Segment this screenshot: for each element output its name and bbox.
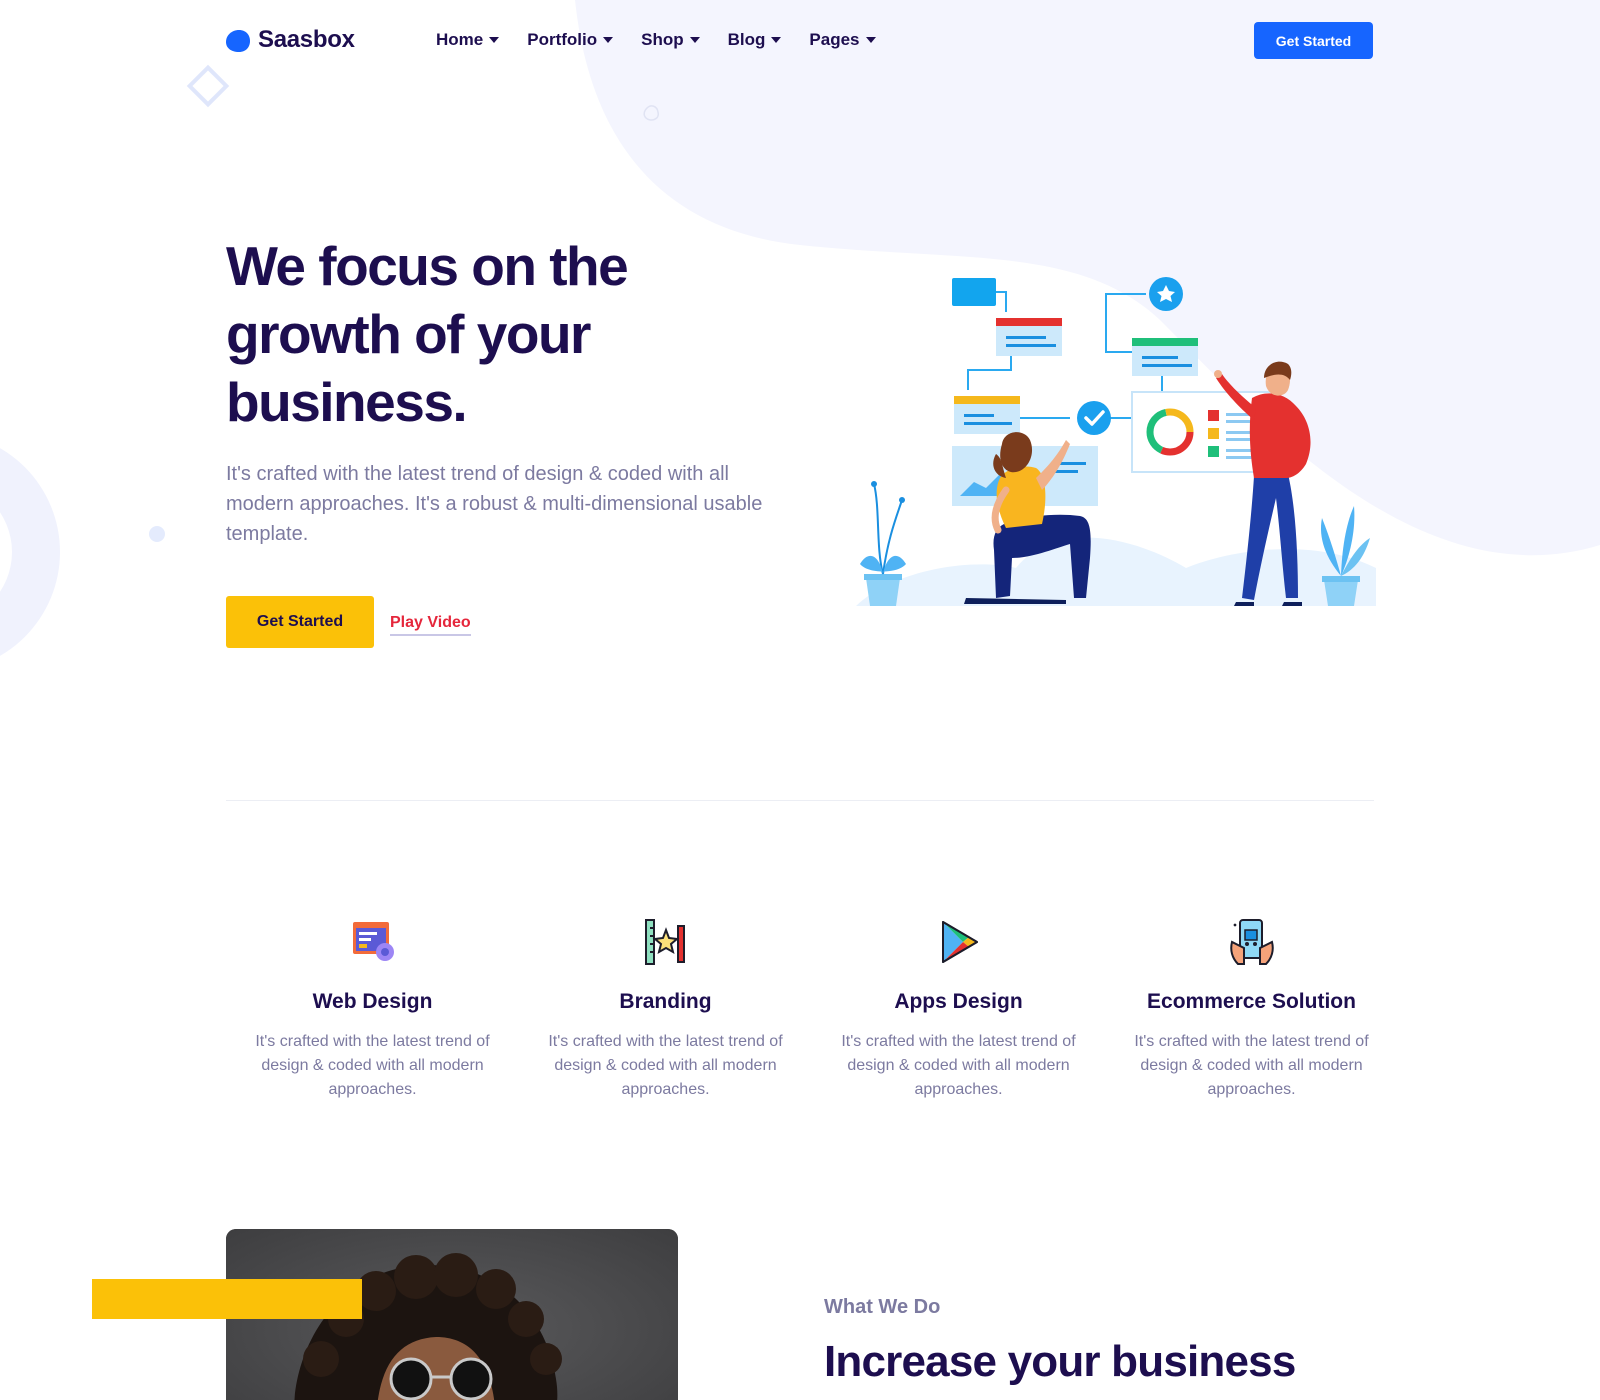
nav-item-label: Portfolio bbox=[527, 30, 598, 49]
nav-item-label: Home bbox=[436, 30, 484, 49]
nav-item-shop[interactable]: Shop bbox=[641, 30, 700, 50]
hero-title: We focus on the growth of your business. bbox=[226, 235, 629, 433]
nav-item-portfolio[interactable]: Portfolio bbox=[527, 30, 614, 50]
service-card-branding: Branding It's crafted with the latest tr… bbox=[519, 916, 812, 1102]
service-description: It's crafted with the latest trend of de… bbox=[548, 1033, 783, 1098]
section-eyebrow: What We Do bbox=[824, 1296, 941, 1318]
hero-get-started-button[interactable]: Get Started bbox=[226, 596, 374, 648]
service-description: It's crafted with the latest trend of de… bbox=[1134, 1033, 1369, 1098]
team-analytics-illustration bbox=[856, 277, 1376, 606]
service-title: Web Design bbox=[312, 990, 433, 1013]
decorative-yellow-bar bbox=[92, 1279, 362, 1319]
caret-down-icon bbox=[603, 37, 614, 43]
nav-item-pages[interactable]: Pages bbox=[809, 30, 876, 50]
service-title: Apps Design bbox=[894, 990, 1023, 1013]
caret-down-icon bbox=[771, 37, 782, 43]
service-description: It's crafted with the latest trend of de… bbox=[841, 1033, 1076, 1098]
caret-down-icon bbox=[865, 37, 876, 43]
nav-item-home[interactable]: Home bbox=[436, 30, 500, 50]
nav-item-blog[interactable]: Blog bbox=[728, 30, 782, 50]
service-description: It's crafted with the latest trend of de… bbox=[255, 1033, 490, 1098]
header-get-started-button[interactable]: Get Started bbox=[1254, 22, 1373, 59]
branding-icon bbox=[644, 919, 685, 965]
hero-description: It's crafted with the latest trend of de… bbox=[226, 463, 763, 545]
service-card-apps-design: Apps Design It's crafted with the latest… bbox=[812, 916, 1105, 1102]
brand-logo[interactable]: Saasbox bbox=[226, 26, 355, 54]
web-design-icon bbox=[352, 922, 394, 961]
caret-down-icon bbox=[489, 37, 500, 43]
service-title: Ecommerce Solution bbox=[1147, 990, 1356, 1013]
nav-item-label: Blog bbox=[727, 30, 766, 49]
play-video-link[interactable]: Play Video bbox=[390, 614, 471, 636]
apps-design-icon bbox=[941, 921, 978, 963]
services-section: Web Design It's crafted with the latest … bbox=[226, 916, 1398, 1102]
service-card-ecommerce: Ecommerce Solution It's crafted with the… bbox=[1105, 916, 1398, 1102]
nav-item-label: Shop bbox=[641, 30, 684, 49]
main-nav: Home Portfolio Shop Blog Pages bbox=[436, 30, 876, 50]
blob-logo-icon bbox=[226, 30, 250, 52]
section-title: Increase your business growth with Saasb… bbox=[824, 1337, 1296, 1400]
nav-item-label: Pages bbox=[809, 30, 860, 49]
brand-name: Saasbox bbox=[258, 26, 355, 53]
caret-down-icon bbox=[689, 37, 700, 43]
section-divider bbox=[226, 800, 1374, 801]
service-title: Branding bbox=[619, 990, 712, 1013]
service-card-web-design: Web Design It's crafted with the latest … bbox=[226, 916, 519, 1102]
ecommerce-icon bbox=[1229, 919, 1274, 965]
